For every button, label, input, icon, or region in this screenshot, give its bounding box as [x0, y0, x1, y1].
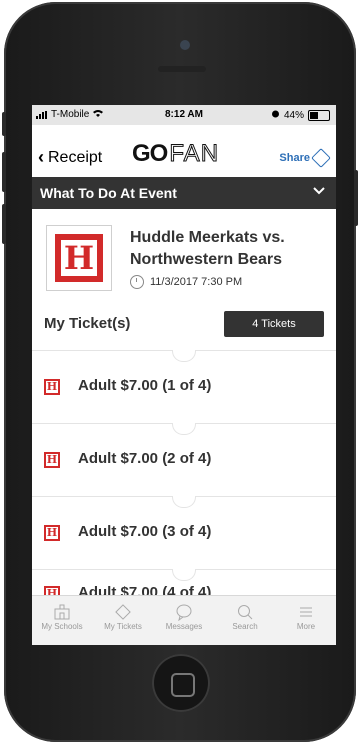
ticket-notch: [172, 496, 196, 508]
school-icon: [32, 602, 92, 622]
tab-label: More: [296, 622, 316, 631]
tab-label: Messages: [165, 622, 203, 631]
power-button: [354, 170, 358, 226]
ticket-label: Adult $7.00 (1 of 4): [78, 377, 212, 394]
mute-switch: [2, 112, 6, 136]
battery-percent: 44%: [283, 109, 304, 121]
app-screen: T-Mobile 8:12 AM 44% ‹ Receipt GO FAN Sh…: [32, 105, 336, 645]
my-tickets-label: My Ticket(s): [44, 315, 131, 332]
my-tickets-header: My Ticket(s) 4 Tickets: [32, 305, 336, 345]
ticket-label: Adult $7.00 (2 of 4): [78, 450, 212, 467]
school-logo-small: H: [44, 525, 60, 541]
ticket-label: Adult $7.00 (3 of 4): [78, 523, 212, 540]
ticket-share-icon: [311, 148, 331, 168]
ticket-item[interactable]: H Adult $7.00 (1 of 4): [32, 350, 336, 423]
front-camera: [180, 40, 190, 50]
what-to-do-banner[interactable]: What To Do At Event: [32, 177, 336, 209]
ticket-notch: [172, 350, 196, 362]
battery-icon: [308, 109, 330, 121]
tab-label: Search: [232, 622, 258, 631]
event-name: Huddle Meerkats vs. Northwestern Bears: [130, 229, 285, 268]
share-button[interactable]: Share: [279, 148, 331, 168]
event-card: H Huddle Meerkats vs. Northwestern Bears…: [32, 209, 336, 305]
search-icon: [215, 602, 275, 622]
event-datetime: 11/3/2017 7:30 PM: [150, 276, 243, 288]
logo-go: GO: [132, 140, 168, 167]
volume-down-button: [2, 204, 6, 244]
tab-my-schools[interactable]: My Schools: [32, 602, 92, 631]
school-logo-small: H: [44, 452, 60, 468]
status-bar: T-Mobile 8:12 AM 44%: [32, 105, 336, 125]
ticket-count-button[interactable]: 4 Tickets: [224, 311, 324, 337]
tab-label: My Schools: [41, 622, 83, 631]
school-logo-letter: H: [61, 240, 97, 276]
tab-label: My Tickets: [104, 622, 142, 631]
chevron-left-icon: ‹: [38, 147, 44, 167]
tab-bar: My Schools My Tickets Messages Search Mo…: [32, 595, 336, 645]
logo-fan: FAN: [169, 140, 220, 168]
home-square-icon: [171, 673, 195, 697]
earpiece-speaker: [158, 66, 206, 72]
event-datetime-row: 11/3/2017 7:30 PM: [130, 275, 242, 289]
tab-more[interactable]: More: [276, 602, 336, 631]
ticket-item[interactable]: H Adult $7.00 (2 of 4): [32, 423, 336, 496]
menu-icon: [276, 602, 336, 622]
school-logo-small: H: [44, 379, 60, 395]
tab-my-tickets[interactable]: My Tickets: [93, 602, 153, 631]
banner-title: What To Do At Event: [40, 185, 177, 201]
ticket-icon: [93, 602, 153, 622]
back-button[interactable]: ‹ Receipt: [38, 147, 102, 168]
ticket-notch: [172, 423, 196, 435]
gofan-logo: GO FAN: [132, 140, 219, 168]
tab-messages[interactable]: Messages: [154, 602, 214, 631]
ticket-notch: [172, 569, 196, 581]
chevron-down-icon: [312, 182, 326, 201]
alarm-icon: [271, 109, 280, 121]
tab-search[interactable]: Search: [215, 602, 275, 631]
clock-icon: [130, 275, 144, 289]
back-label: Receipt: [48, 148, 103, 166]
chat-icon: [154, 602, 214, 622]
nav-bar: ‹ Receipt GO FAN Share: [32, 125, 336, 177]
share-label: Share: [279, 152, 310, 164]
volume-up-button: [2, 152, 6, 192]
ticket-item[interactable]: H Adult $7.00 (3 of 4): [32, 496, 336, 569]
school-logo: H: [46, 225, 112, 291]
